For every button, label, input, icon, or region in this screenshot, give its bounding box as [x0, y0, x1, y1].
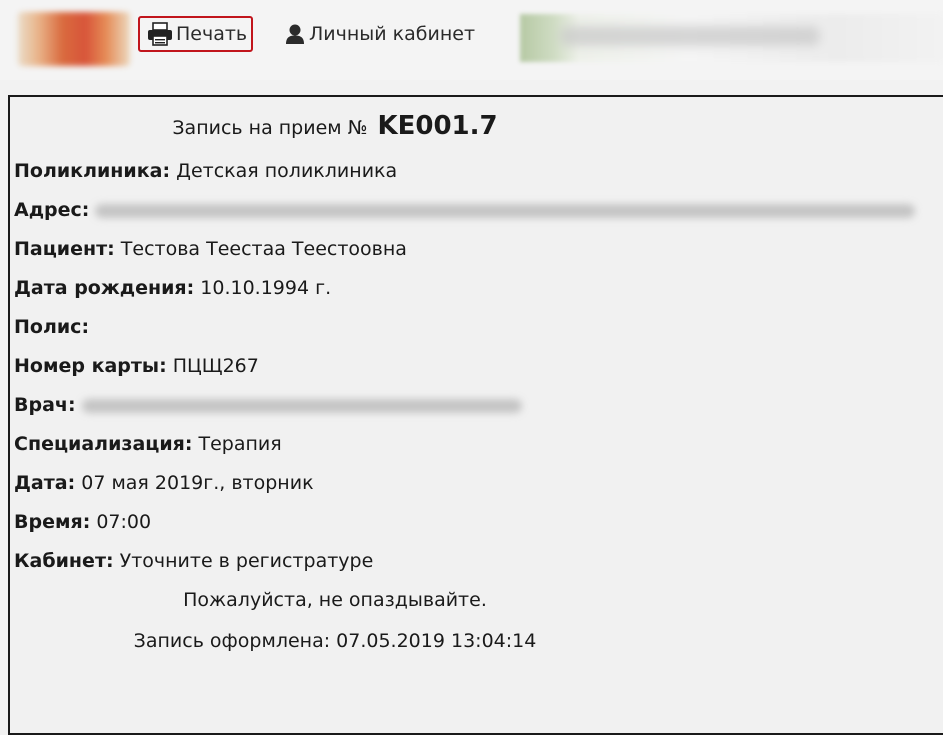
- print-button-label: Печать: [176, 23, 248, 45]
- field-value: Уточните в регистратуре: [119, 550, 374, 572]
- field-value: ПЦЩ267: [172, 355, 259, 377]
- field-card-number: Номер карты: ПЦЩ267: [14, 355, 259, 377]
- appointment-title-prefix: Запись на прием №: [172, 117, 368, 139]
- appointment-title: Запись на прием № KE001.7: [10, 111, 660, 141]
- field-label: Время:: [14, 511, 91, 533]
- field-label: Пациент:: [14, 238, 115, 260]
- field-label: Дата:: [14, 472, 76, 494]
- appointment-ticket: Запись на прием № KE001.7 Поликлиника: Д…: [8, 95, 943, 735]
- field-doctor: Врач:: [14, 394, 522, 416]
- field-birthdate: Дата рождения: 10.10.1994 г.: [14, 277, 331, 299]
- field-policy: Полис:: [14, 316, 89, 338]
- blurred-doctor-name: [81, 398, 522, 413]
- field-value: Терапия: [198, 433, 282, 455]
- blurred-user-name: [560, 26, 820, 46]
- field-label: Специализация:: [14, 433, 193, 455]
- print-button[interactable]: Печать: [138, 16, 254, 52]
- field-label: Дата рождения:: [14, 277, 195, 299]
- field-label: Врач:: [14, 394, 76, 416]
- field-date: Дата: 07 мая 2019г., вторник: [14, 472, 314, 494]
- field-office: Кабинет: Уточните в регистратуре: [14, 550, 373, 572]
- field-label: Полис:: [14, 316, 90, 338]
- field-clinic: Поликлиника: Детская поликлиника: [14, 160, 397, 182]
- printer-icon: [148, 22, 172, 46]
- field-time: Время: 07:00: [14, 511, 151, 533]
- personal-cabinet-link[interactable]: Личный кабинет: [285, 18, 475, 50]
- field-label: Адрес:: [14, 199, 90, 221]
- field-value: 10.10.1994 г.: [200, 277, 332, 299]
- field-value: Детская поликлиника: [176, 160, 398, 182]
- clinic-logo: [18, 12, 130, 66]
- field-address: Адрес:: [14, 199, 916, 221]
- field-patient: Пациент: Тестова Теестаа Теестоовна: [14, 238, 407, 260]
- personal-cabinet-label: Личный кабинет: [309, 23, 476, 45]
- field-label: Номер карты:: [14, 355, 167, 377]
- field-value: Тестова Теестаа Теестоовна: [120, 238, 407, 260]
- created-timestamp: Запись оформлена: 07.05.2019 13:04:14: [133, 630, 537, 652]
- user-icon: [286, 24, 304, 44]
- reminder-text: Пожалуйста, не опаздывайте.: [183, 589, 487, 611]
- appointment-number: KE001.7: [377, 111, 498, 141]
- field-label: Кабинет:: [14, 550, 114, 572]
- field-value: 07 мая 2019г., вторник: [81, 472, 314, 494]
- blurred-header-info: [520, 14, 943, 62]
- top-bar: Печать Личный кабинет: [0, 0, 943, 80]
- field-label: Поликлиника:: [14, 160, 171, 182]
- field-value: 07:00: [96, 511, 152, 533]
- blurred-address: [95, 203, 916, 218]
- field-specialization: Специализация: Терапия: [14, 433, 282, 455]
